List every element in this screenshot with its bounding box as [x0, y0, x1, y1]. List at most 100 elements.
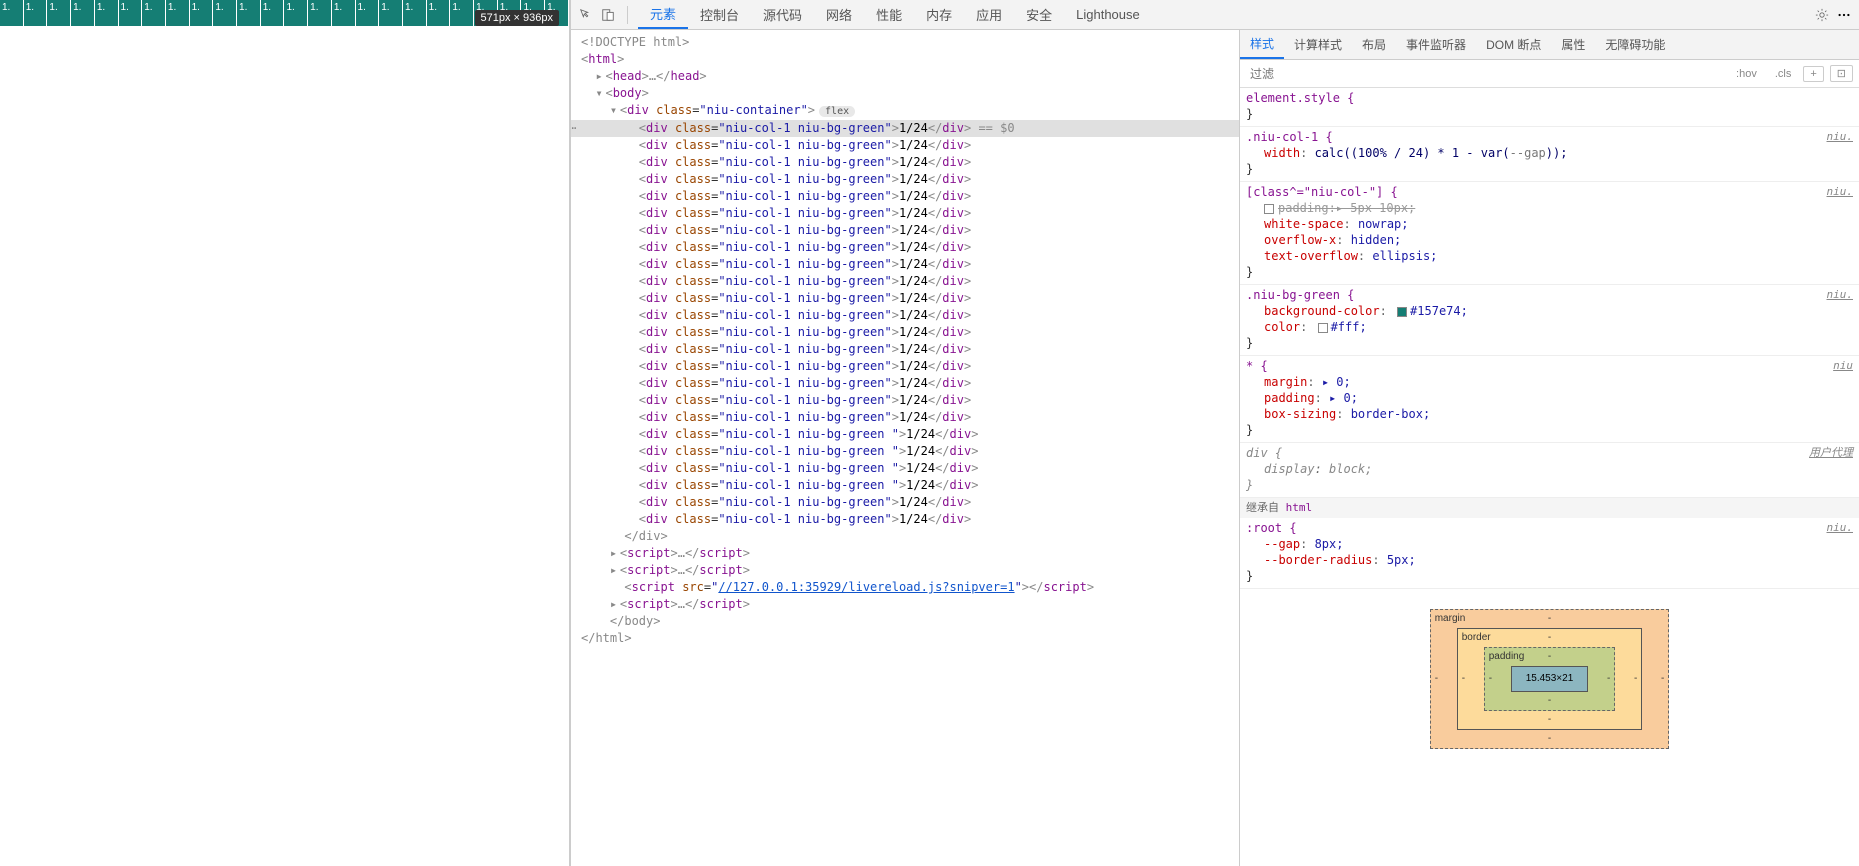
- dom-line[interactable]: <script src="//127.0.0.1:35929/livereloa…: [571, 579, 1239, 596]
- source-link[interactable]: niu.: [1827, 129, 1854, 145]
- niu-col: 1.: [403, 0, 426, 26]
- dom-line[interactable]: <div class="niu-col-1 niu-bg-green">1/24…: [571, 324, 1239, 341]
- niu-col: 1.: [237, 0, 260, 26]
- dom-line[interactable]: ▸<script>…</script>: [571, 562, 1239, 579]
- bm-border[interactable]: border - - - - padding - - -: [1457, 628, 1643, 730]
- side-tab-6[interactable]: 无障碍功能: [1595, 30, 1675, 59]
- niu-col: 1.: [95, 0, 118, 26]
- dom-line[interactable]: </div>: [571, 528, 1239, 545]
- rule-niu-bg-green[interactable]: niu. .niu-bg-green { background-color: #…: [1240, 285, 1859, 356]
- dom-line[interactable]: <div class="niu-col-1 niu-bg-green">1/24…: [571, 154, 1239, 171]
- checkbox-icon[interactable]: [1264, 204, 1274, 214]
- side-tab-2[interactable]: 布局: [1352, 30, 1396, 59]
- color-swatch[interactable]: [1318, 323, 1328, 333]
- dom-line[interactable]: ▾<body>: [571, 85, 1239, 102]
- rule-element-style[interactable]: element.style { }: [1240, 88, 1859, 127]
- rule-niu-col-attr[interactable]: niu. [class^="niu-col-"] { padding:▸ 5px…: [1240, 182, 1859, 285]
- dom-line[interactable]: <div class="niu-col-1 niu-bg-green">1/24…: [571, 273, 1239, 290]
- dom-line[interactable]: </body>: [571, 613, 1239, 630]
- cls-chip[interactable]: .cls: [1769, 67, 1798, 81]
- side-tab-0[interactable]: 样式: [1240, 30, 1284, 59]
- niu-col: 1.: [190, 0, 213, 26]
- niu-col: 1.: [450, 0, 473, 26]
- niu-col: 1.: [0, 0, 23, 26]
- tab-性能[interactable]: 性能: [864, 0, 914, 29]
- dom-line[interactable]: ▸<script>…</script>: [571, 545, 1239, 562]
- toggle-chip[interactable]: ⊡: [1830, 65, 1853, 82]
- source-link[interactable]: niu: [1833, 358, 1853, 374]
- inherited-from: 继承自 html: [1240, 498, 1859, 518]
- dom-line[interactable]: <div class="niu-col-1 niu-bg-green">1/24…: [571, 222, 1239, 239]
- rule-niu-col-1[interactable]: niu. .niu-col-1 { width: calc((100% / 24…: [1240, 127, 1859, 182]
- dom-line[interactable]: <div class="niu-col-1 niu-bg-green">1/24…: [571, 358, 1239, 375]
- main-toolbar: 元素控制台源代码网络性能内存应用安全Lighthouse: [571, 0, 1859, 30]
- device-icon[interactable]: [599, 6, 617, 24]
- dom-line[interactable]: <div class="niu-col-1 niu-bg-green ">1/2…: [571, 460, 1239, 477]
- color-swatch[interactable]: [1397, 307, 1407, 317]
- source-link[interactable]: niu.: [1827, 520, 1854, 536]
- source-link[interactable]: niu.: [1827, 184, 1854, 200]
- filter-input[interactable]: [1246, 65, 1724, 83]
- tab-控制台[interactable]: 控制台: [688, 0, 751, 29]
- dom-line[interactable]: <div class="niu-col-1 niu-bg-green">1/24…: [571, 494, 1239, 511]
- dom-line[interactable]: </html>: [571, 630, 1239, 647]
- dom-line[interactable]: <div class="niu-col-1 niu-bg-green">1/24…: [571, 137, 1239, 154]
- niu-col: 1.: [427, 0, 450, 26]
- tab-网络[interactable]: 网络: [814, 0, 864, 29]
- dom-line[interactable]: <div class="niu-col-1 niu-bg-green">1/24…: [571, 375, 1239, 392]
- tab-应用[interactable]: 应用: [964, 0, 1014, 29]
- bm-padding[interactable]: padding - - - - 15.453×21: [1484, 647, 1616, 711]
- side-tab-3[interactable]: 事件监听器: [1396, 30, 1476, 59]
- tab-Lighthouse[interactable]: Lighthouse: [1064, 0, 1152, 29]
- dom-line[interactable]: <div class="niu-col-1 niu-bg-green">1/24…: [571, 409, 1239, 426]
- side-tab-4[interactable]: DOM 断点: [1476, 30, 1551, 59]
- styles-body[interactable]: element.style { } niu. .niu-col-1 { widt…: [1240, 88, 1859, 866]
- tab-内存[interactable]: 内存: [914, 0, 964, 29]
- dom-line[interactable]: <div class="niu-col-1 niu-bg-green">1/24…: [571, 307, 1239, 324]
- inspect-icon[interactable]: [577, 6, 595, 24]
- bm-content[interactable]: 15.453×21: [1511, 666, 1589, 692]
- dimensions-badge: 571px × 936px: [475, 10, 559, 26]
- niu-col: 1.: [71, 0, 94, 26]
- dom-line[interactable]: ▸<script>…</script>: [571, 596, 1239, 613]
- dom-line[interactable]: <html>: [571, 51, 1239, 68]
- dom-line[interactable]: <div class="niu-col-1 niu-bg-green">1/24…: [571, 188, 1239, 205]
- tab-元素[interactable]: 元素: [638, 0, 688, 29]
- dom-line[interactable]: <div class="niu-col-1 niu-bg-green">1/24…: [571, 341, 1239, 358]
- dom-line[interactable]: <div class="niu-col-1 niu-bg-green">1/24…: [571, 511, 1239, 528]
- niu-col: 1.: [332, 0, 355, 26]
- side-tab-1[interactable]: 计算样式: [1284, 30, 1352, 59]
- dom-line[interactable]: ▾<div class="niu-container">flex: [571, 102, 1239, 120]
- tab-源代码[interactable]: 源代码: [751, 0, 814, 29]
- dom-line[interactable]: <div class="niu-col-1 niu-bg-green">1/24…: [571, 239, 1239, 256]
- source-link: 用户代理: [1809, 445, 1853, 461]
- tab-安全[interactable]: 安全: [1014, 0, 1064, 29]
- rule-star[interactable]: niu * { margin: ▸ 0; padding: ▸ 0; box-s…: [1240, 356, 1859, 443]
- hov-chip[interactable]: :hov: [1730, 67, 1763, 81]
- source-link[interactable]: niu.: [1827, 287, 1854, 303]
- dom-tree[interactable]: <!DOCTYPE html><html> ▸<head>…</head> ▾<…: [571, 30, 1239, 866]
- dom-line[interactable]: <div class="niu-col-1 niu-bg-green">1/24…: [571, 205, 1239, 222]
- plus-chip[interactable]: +: [1803, 66, 1823, 82]
- niu-col: 1.: [47, 0, 70, 26]
- dom-line[interactable]: <div class="niu-col-1 niu-bg-green">1/24…: [571, 256, 1239, 273]
- side-tab-5[interactable]: 属性: [1551, 30, 1595, 59]
- dom-line[interactable]: <!DOCTYPE html>: [571, 34, 1239, 51]
- rule-root[interactable]: niu. :root { --gap: 8px; --border-radius…: [1240, 518, 1859, 589]
- dom-line[interactable]: <div class="niu-col-1 niu-bg-green">1/24…: [571, 392, 1239, 409]
- niu-col: 1.: [142, 0, 165, 26]
- dom-line[interactable]: <div class="niu-col-1 niu-bg-green">1/24…: [571, 120, 1239, 137]
- niu-col: 1.: [213, 0, 236, 26]
- dom-line[interactable]: <div class="niu-col-1 niu-bg-green">1/24…: [571, 171, 1239, 188]
- gear-icon[interactable]: [1813, 6, 1831, 24]
- dom-line[interactable]: <div class="niu-col-1 niu-bg-green ">1/2…: [571, 443, 1239, 460]
- dom-line[interactable]: <div class="niu-col-1 niu-bg-green ">1/2…: [571, 477, 1239, 494]
- dom-line[interactable]: ▸<head>…</head>: [571, 68, 1239, 85]
- rule-div-ua[interactable]: 用户代理 div { display: block; }: [1240, 443, 1859, 498]
- dom-line[interactable]: <div class="niu-col-1 niu-bg-green ">1/2…: [571, 426, 1239, 443]
- more-icon[interactable]: [1835, 6, 1853, 24]
- dom-line[interactable]: <div class="niu-col-1 niu-bg-green">1/24…: [571, 290, 1239, 307]
- niu-col: 1.: [356, 0, 379, 26]
- bm-margin[interactable]: margin - - - - border - - - -: [1430, 609, 1670, 749]
- niu-col: 1.: [261, 0, 284, 26]
